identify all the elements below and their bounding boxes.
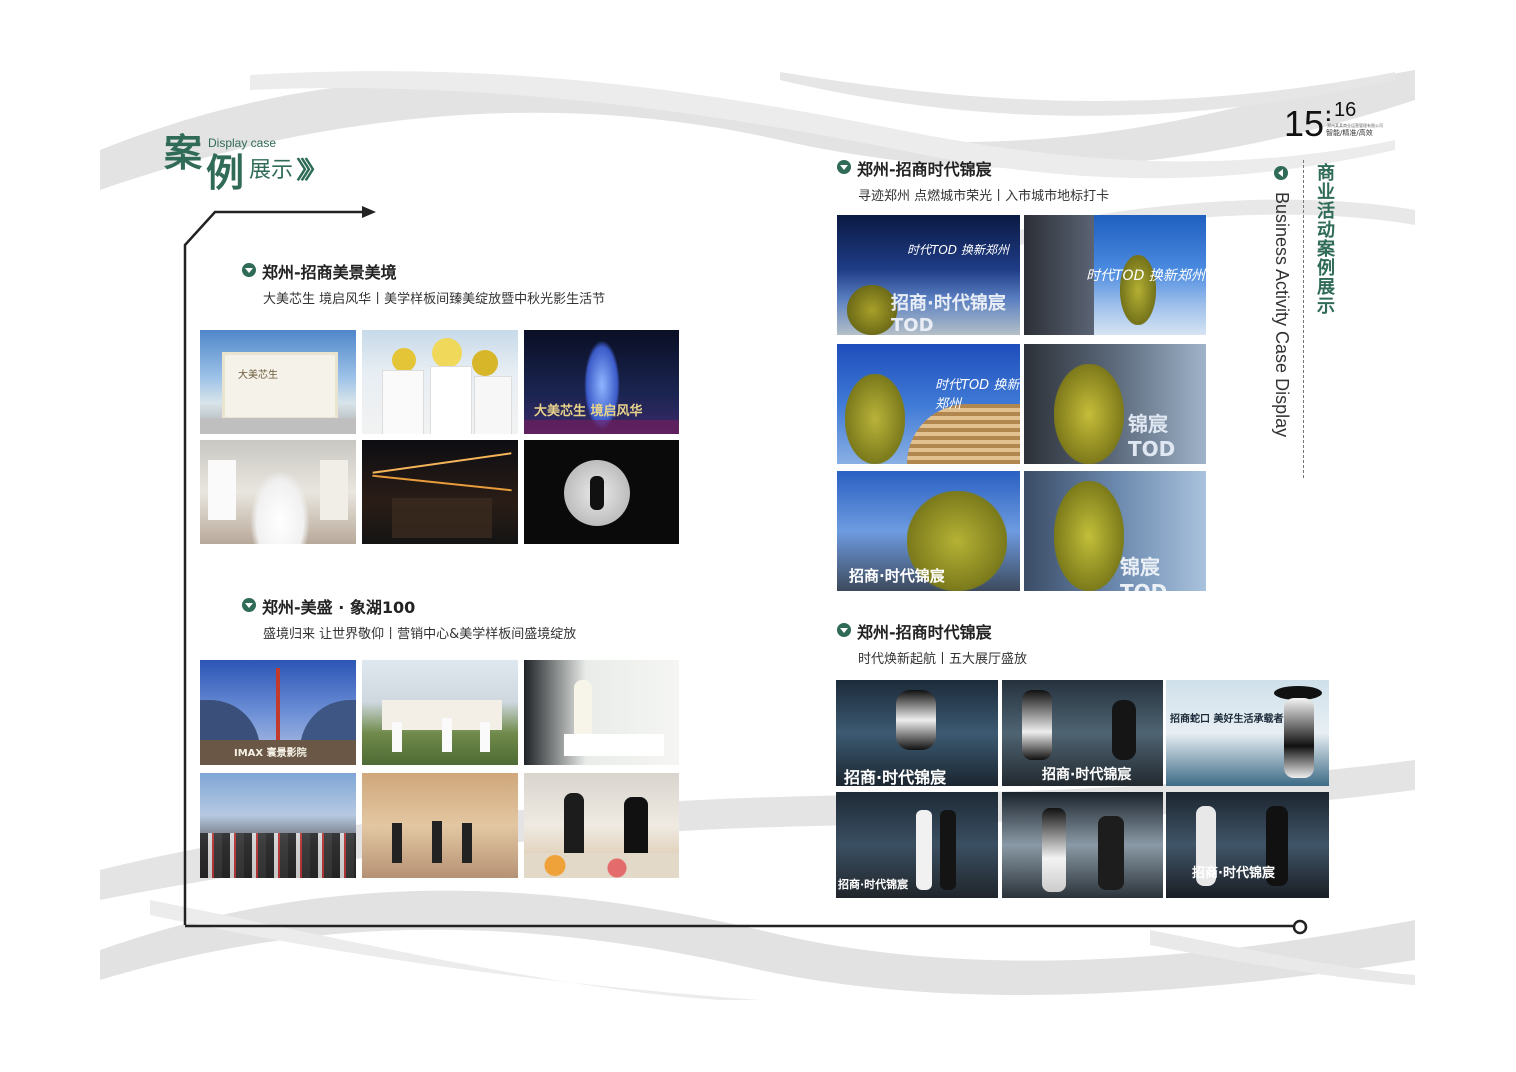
photo-green-gown: 锦宸TOD	[1024, 344, 1206, 464]
header-char-li: 例	[206, 150, 245, 195]
photo-band	[524, 773, 679, 878]
photo-caption: 时代TOD 换新郑州	[935, 378, 1020, 412]
photo-fashion-3: 招商·时代锦宸	[836, 792, 998, 898]
vertical-divider	[1303, 160, 1305, 478]
page-number-tag: 智能/精准/高效	[1326, 129, 1373, 137]
photo-fashion-4	[1002, 792, 1163, 898]
photo-night-dancer: 大美芯生 境启风华	[524, 330, 679, 434]
section-subtitle: 大美芯生 境启风华丨美学样板间臻美绽放暨中秋光影生活节	[263, 292, 606, 307]
photo-crowd	[200, 773, 356, 878]
photo-fashion-2: 招商·时代锦宸	[1002, 680, 1163, 786]
header-en: Display case	[208, 136, 277, 150]
photo-caption: 时代TOD 换新郑州	[907, 243, 1009, 257]
photo-caption: 锦宸TOD	[1128, 412, 1176, 461]
header-chevrons-icon: 〉〉〉	[296, 156, 328, 184]
page-number-small: 16	[1334, 99, 1357, 121]
photo-caption: 锦宸TOD	[1120, 555, 1167, 591]
photo-caption: 招商·时代锦宸	[838, 878, 909, 891]
header-char-an: 案	[164, 130, 203, 175]
section-bullet-icon	[242, 598, 256, 612]
photo-tod-building: 时代TOD 换新郑州	[1024, 215, 1206, 335]
photo-tod-sign: 锦宸TOD	[1024, 471, 1206, 591]
left-arrow-icon	[1274, 166, 1288, 180]
photo-caption: 大美芯生 境启风华	[534, 404, 643, 419]
section-title: 郑州-招商美景美境	[262, 263, 397, 282]
section-bullet-icon	[837, 160, 851, 174]
photo-lawn-event	[362, 660, 518, 765]
photo-caption: 招商·时代锦宸	[1042, 767, 1132, 783]
vertical-title-en: Business Activity Case Display	[1272, 192, 1292, 438]
photo-flowers	[362, 330, 518, 434]
photo-showroom	[524, 660, 679, 765]
photo-caption: 招商·时代锦宸	[849, 567, 945, 585]
vertical-title-cn: 商业活动案例展示	[1314, 163, 1335, 315]
photo-caption: IMAX 寰景影院	[234, 748, 307, 759]
photo-caption: 时代TOD 换新郑州	[1086, 268, 1205, 284]
photo-caption: 招商蛇口 美好生活承载者	[1170, 714, 1284, 725]
photo-fashion-hat: 招商蛇口 美好生活承载者	[1166, 680, 1329, 786]
photo-bridal	[200, 440, 356, 544]
header-cn-subtitle: 展示	[249, 158, 294, 183]
photo-tod-night: 时代TOD 换新郑州 招商·时代锦宸TOD	[837, 215, 1020, 335]
photo-caption: 招商·时代锦宸TOD	[891, 293, 1006, 335]
section-subtitle: 盛境归来 让世界敬仰丨营销中心&美学样板间盛境绽放	[263, 627, 577, 642]
section-title: 郑州-招商时代锦宸	[857, 160, 992, 179]
photo-arch: 大美芯生	[200, 330, 356, 434]
section-subtitle: 时代焕新起航丨五大展厅盛放	[858, 652, 1028, 667]
photo-caption: 招商·时代锦宸	[844, 768, 947, 786]
photo-golden-building: 时代TOD 换新郑州	[837, 344, 1020, 464]
section-title: 郑州-招商时代锦宸	[857, 623, 992, 642]
photo-fashion-5: 招商·时代锦宸	[1166, 792, 1329, 898]
photo-caption: 大美芯生	[238, 370, 278, 381]
section-subtitle: 寻迹郑州 点燃城市荣光丨入市城市地标打卡	[858, 189, 1110, 204]
section-bullet-icon	[242, 263, 256, 277]
photo-shadow-dance	[524, 440, 679, 544]
section-title: 郑州-美盛 · 象湖100	[262, 598, 416, 617]
photo-green-gloves: 招商·时代锦宸	[837, 471, 1020, 591]
section-bullet-icon	[837, 623, 851, 637]
photo-tower: IMAX 寰景影院	[200, 660, 356, 765]
photo-caption: 招商·时代锦宸	[1192, 866, 1275, 881]
photo-stage-ceremony	[362, 773, 518, 878]
photo-fashion-1: 招商·时代锦宸	[836, 680, 998, 786]
page-number-main: 15	[1284, 103, 1325, 144]
photo-lantern-party	[362, 440, 518, 544]
